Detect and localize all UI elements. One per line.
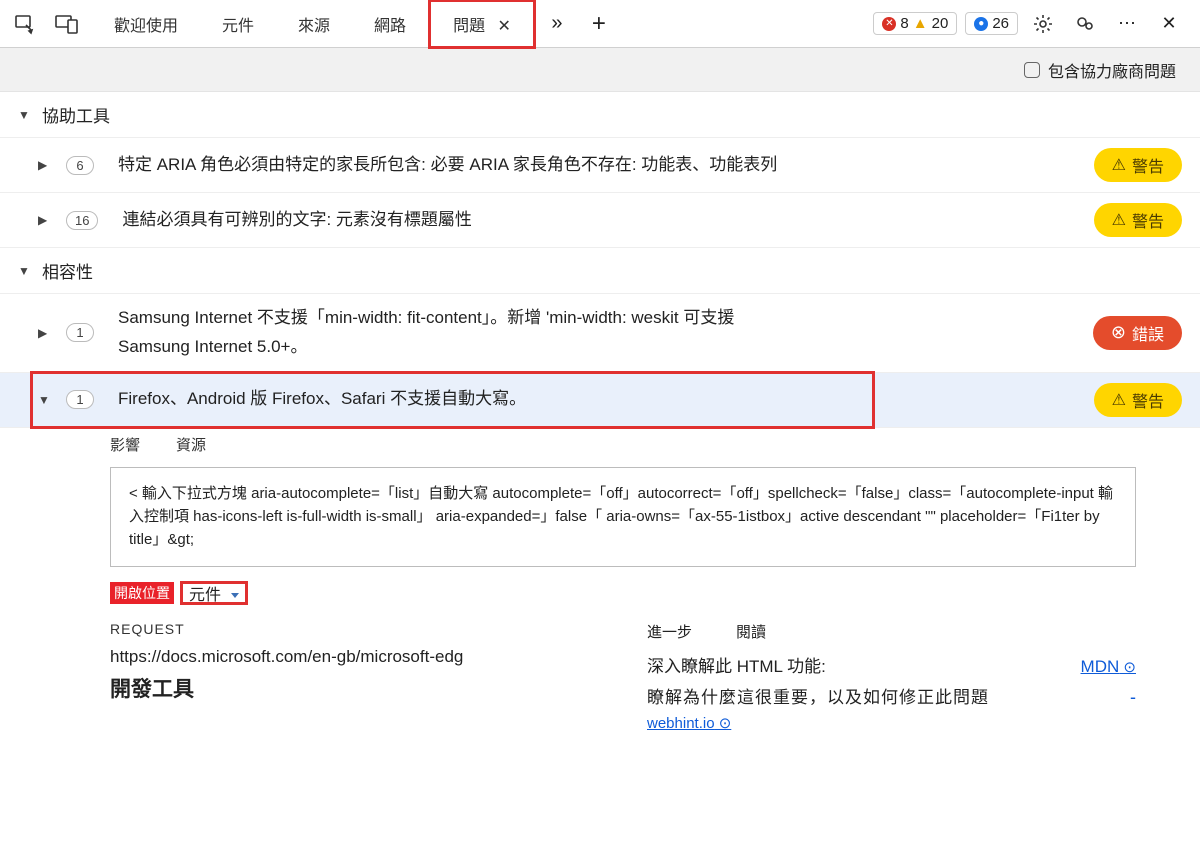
- issue-row[interactable]: ▶ 1 Samsung Internet 不支援「min-width: fit-…: [0, 294, 1200, 373]
- chevron-right-icon: ▶: [38, 213, 52, 227]
- affected-element-code: < 輸入下拉式方塊 aria-autocomplete=「list」自動大寫 a…: [110, 467, 1136, 567]
- more-options-icon[interactable]: ⋯: [1110, 7, 1144, 41]
- issue-text: 連結必須具有可辨別的文字: 元素沒有標題屬性: [112, 206, 812, 235]
- request-column: REQUEST https://docs.microsoft.com/en-gb…: [110, 621, 599, 732]
- request-heading: REQUEST: [110, 621, 599, 637]
- group-compatibility[interactable]: ▼ 相容性: [0, 248, 1200, 294]
- mdn-link[interactable]: MDN: [1081, 657, 1136, 677]
- issue-row[interactable]: ▶ 16 連結必須具有可辨別的文字: 元素沒有標題屬性 警告: [0, 193, 1200, 248]
- devtools-toolbar: 歡迎使用 元件 來源 網路 問題 ✕ » + ✕ 8 ▲ 20 ● 26: [0, 0, 1200, 48]
- severity-badge: 警告: [1094, 203, 1182, 237]
- info-icon: ●: [974, 17, 988, 31]
- open-in-select[interactable]: 元件: [180, 581, 248, 605]
- warning-icon: [1112, 390, 1126, 410]
- info-count: 26: [992, 15, 1009, 32]
- further-heading: 進一步: [647, 621, 692, 642]
- tab-issues-label: 問題: [453, 18, 485, 35]
- read-heading: 閱讀: [736, 621, 766, 642]
- close-devtools-icon[interactable]: ✕: [1152, 7, 1186, 41]
- chevron-down-icon: ▼: [18, 108, 32, 122]
- issue-text: 特定 ARIA 角色必須由特定的家長所包含: 必要 ARIA 家長角色不存在: …: [108, 151, 808, 180]
- error-icon: ✕: [882, 17, 896, 31]
- issue-count: 6: [66, 156, 94, 175]
- issue-row-selected[interactable]: ▼ 1 Firefox、Android 版 Firefox、Safari 不支援…: [0, 373, 1200, 428]
- issue-text: Samsung Internet 不支援「min-width: fit-cont…: [108, 304, 808, 362]
- request-tool: 開發工具: [110, 673, 599, 703]
- issue-row[interactable]: ▶ 6 特定 ARIA 角色必須由特定的家長所包含: 必要 ARIA 家長角色不…: [0, 138, 1200, 193]
- info-counter[interactable]: ● 26: [965, 12, 1018, 35]
- chevron-down-icon: ▼: [38, 393, 52, 407]
- tab-close-icon[interactable]: ✕: [498, 18, 511, 35]
- warning-count: 20: [932, 15, 949, 32]
- error-icon: [1111, 322, 1126, 343]
- tab-issues[interactable]: 問題 ✕: [428, 0, 536, 49]
- group-title: 相容性: [42, 258, 93, 283]
- issue-count: 16: [66, 211, 98, 230]
- tab-sources[interactable]: 來源: [276, 2, 352, 46]
- warning-icon: [1112, 155, 1126, 175]
- inspect-element-icon[interactable]: [4, 3, 46, 45]
- detail-tab-affected[interactable]: 影響: [110, 434, 140, 455]
- more-tabs-icon[interactable]: »: [536, 3, 578, 45]
- request-url: https://docs.microsoft.com/en-gb/microso…: [110, 647, 599, 667]
- severity-badge: 警告: [1094, 383, 1182, 417]
- group-title: 協助工具: [42, 102, 110, 127]
- settings-icon[interactable]: [1026, 7, 1060, 41]
- dash-link[interactable]: -: [1130, 687, 1136, 708]
- tab-network[interactable]: 網路: [352, 2, 428, 46]
- chevron-right-icon: ▶: [38, 158, 52, 172]
- chevron-down-icon: ▼: [18, 264, 32, 278]
- checkbox-icon: [1024, 62, 1040, 78]
- device-toggle-icon[interactable]: [46, 3, 88, 45]
- issues-filter-bar: 包含協力廠商問題: [0, 48, 1200, 92]
- thirdparty-label: 包含協力廠商問題: [1048, 58, 1176, 82]
- issues-list: ▼ 協助工具 ▶ 6 特定 ARIA 角色必須由特定的家長所包含: 必要 ARI…: [0, 92, 1200, 864]
- add-tab-icon[interactable]: +: [578, 3, 620, 45]
- further-text-2: 瞭解為什麼這很重要，以及如何修正此問題: [647, 683, 989, 708]
- error-warning-counter[interactable]: ✕ 8 ▲ 20: [873, 12, 957, 35]
- tab-welcome[interactable]: 歡迎使用: [92, 2, 200, 46]
- warning-icon: ▲: [913, 15, 928, 32]
- group-accessibility[interactable]: ▼ 協助工具: [0, 92, 1200, 138]
- tab-elements[interactable]: 元件: [200, 2, 276, 46]
- issue-detail: 影響 資源 < 輸入下拉式方塊 aria-autocomplete=「list」…: [110, 434, 1200, 752]
- webhint-link[interactable]: webhint.io: [647, 715, 731, 732]
- open-in-label: 開啟位置: [110, 582, 174, 604]
- chevron-right-icon: ▶: [38, 326, 52, 340]
- further-reading-column: 進一步 閱讀 深入瞭解此 HTML 功能: MDN 瞭解為什麼這很重要，以及如何…: [647, 621, 1136, 732]
- issue-text: Firefox、Android 版 Firefox、Safari 不支援自動大寫…: [108, 385, 808, 414]
- feedback-icon[interactable]: [1068, 7, 1102, 41]
- warning-icon: [1112, 210, 1126, 230]
- thirdparty-checkbox[interactable]: 包含協力廠商問題: [1024, 58, 1176, 82]
- tab-strip: 歡迎使用 元件 來源 網路 問題 ✕ » +: [92, 0, 620, 49]
- detail-tab-resources[interactable]: 資源: [176, 434, 206, 455]
- severity-badge: 警告: [1094, 148, 1182, 182]
- error-count: 8: [900, 15, 908, 32]
- issue-count: 1: [66, 323, 94, 342]
- severity-badge: 錯誤: [1093, 316, 1182, 350]
- issue-count: 1: [66, 390, 94, 409]
- further-text-1: 深入瞭解此 HTML 功能:: [647, 652, 826, 677]
